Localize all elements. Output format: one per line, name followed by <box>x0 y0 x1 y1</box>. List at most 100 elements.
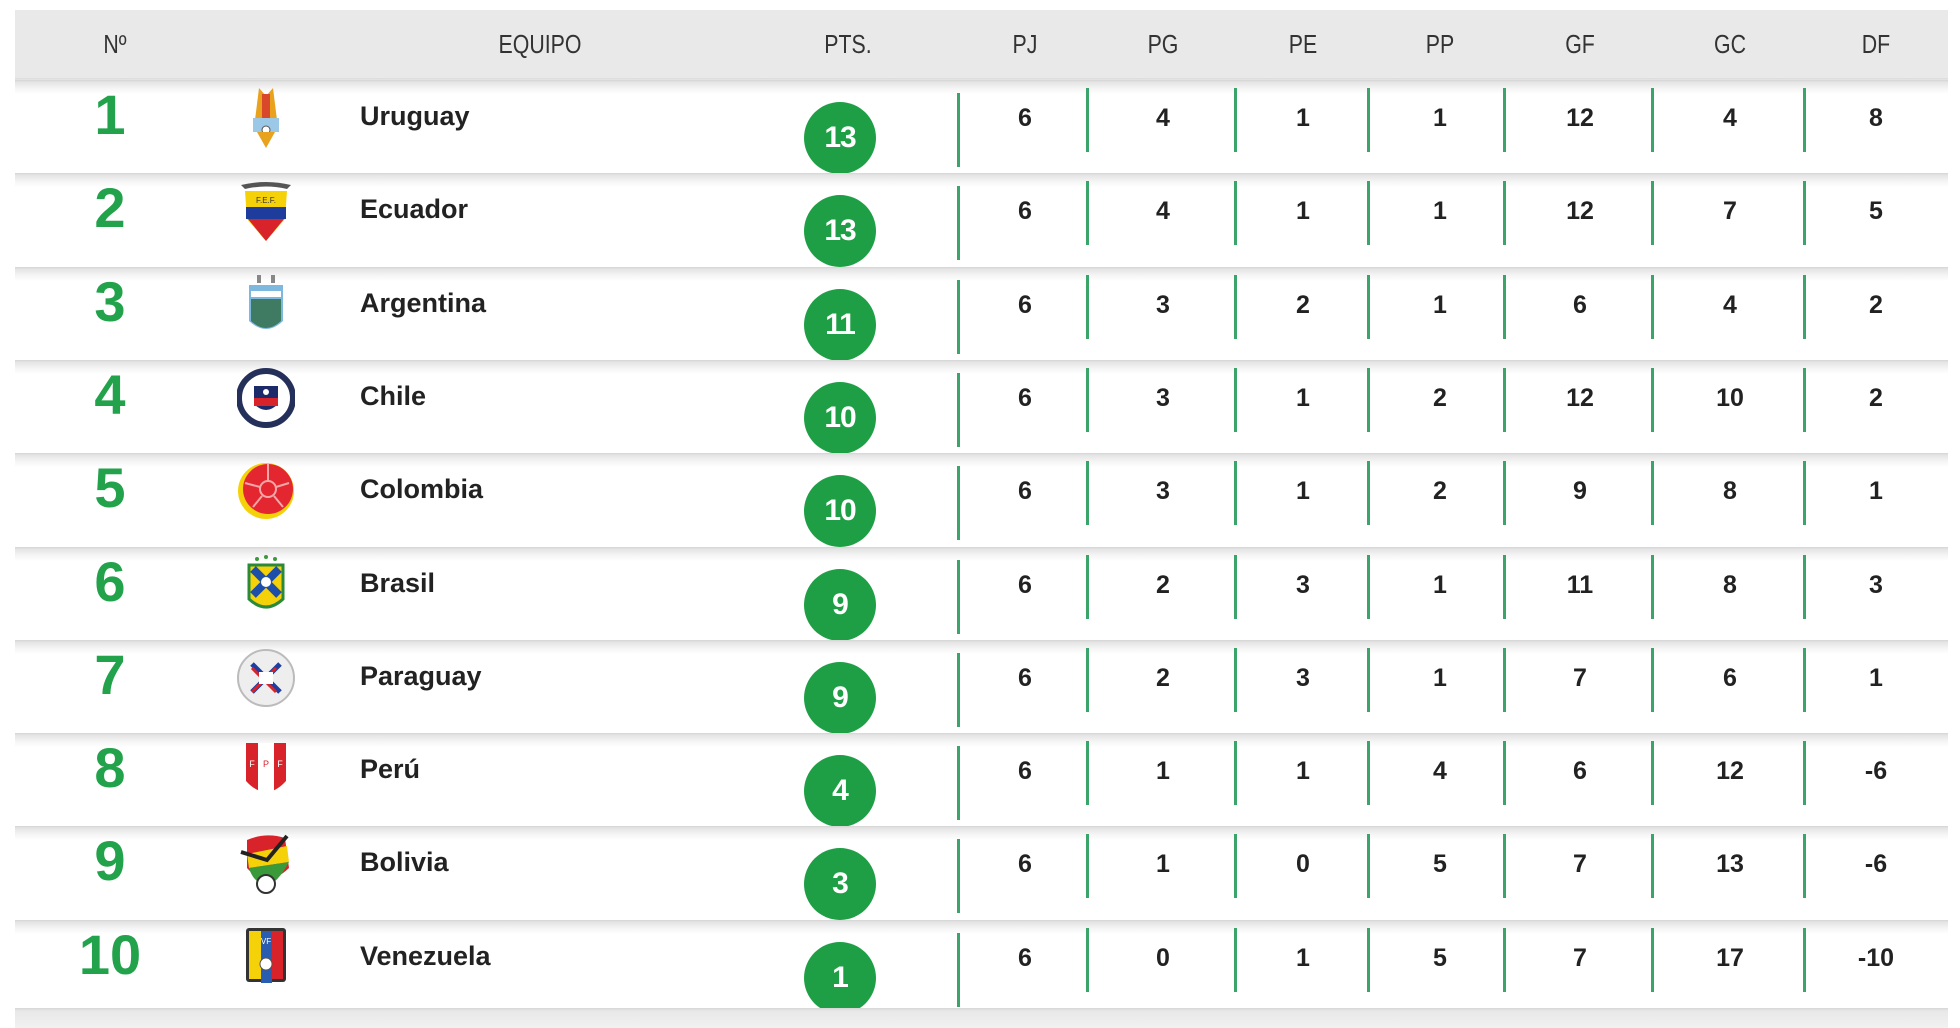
uruguay-crest-icon <box>237 86 295 150</box>
team-name[interactable]: Colombia <box>360 469 483 509</box>
header-pg[interactable]: PG <box>1114 10 1212 78</box>
goal-difference-value: 1 <box>1869 663 1883 692</box>
lost-value: 4 <box>1433 757 1447 786</box>
rank-number: 2 <box>94 176 126 240</box>
team-name[interactable]: Chile <box>360 376 426 416</box>
column-separator <box>1803 274 1806 339</box>
header-pp[interactable]: PP <box>1391 10 1489 78</box>
goal-difference-value: 1 <box>1869 477 1883 506</box>
column-separator <box>957 652 960 727</box>
team-name[interactable]: Perú <box>360 749 420 789</box>
rank-number: 10 <box>78 922 142 986</box>
rank-number: 8 <box>94 736 126 800</box>
column-separator <box>1234 834 1237 899</box>
row-divider <box>15 266 1948 281</box>
row-divider <box>15 639 1948 654</box>
column-separator <box>957 466 960 541</box>
column-separator <box>1367 367 1370 432</box>
rank-number: 4 <box>94 362 126 426</box>
drawn-value: 1 <box>1296 477 1310 506</box>
column-separator <box>1234 88 1237 152</box>
goals-against-value: 8 <box>1723 477 1737 506</box>
column-separator <box>1367 834 1370 899</box>
played-value: 6 <box>1018 663 1032 692</box>
column-separator <box>1803 181 1806 246</box>
table-row-8[interactable]: 8 FPF Perú 4 6 1 1 4 6 12 -6 <box>15 733 1948 828</box>
table-row-6[interactable]: 6 Brasil 9 6 2 3 1 11 8 3 <box>15 546 1948 641</box>
drawn-value: 2 <box>1296 290 1310 319</box>
column-separator <box>1086 461 1089 526</box>
table-row-3[interactable]: 3 Argentina 11 6 3 2 1 6 4 2 <box>15 266 1948 361</box>
won-value: 4 <box>1156 104 1170 132</box>
team-name[interactable]: Bolivia <box>360 842 449 882</box>
table-row-10[interactable]: 10 VF Venezuela 1 6 0 1 5 7 17 -10 <box>15 919 1948 1014</box>
column-separator <box>957 932 960 1007</box>
goals-against-value: 17 <box>1716 943 1744 972</box>
table-row-2[interactable]: 2 F.E.F. Ecuador 13 6 4 1 1 12 7 5 <box>15 173 1948 268</box>
column-separator <box>1651 367 1654 432</box>
row-divider <box>15 173 1948 188</box>
goal-difference-value: -10 <box>1857 943 1895 972</box>
column-separator <box>1367 927 1370 992</box>
column-separator <box>1651 647 1654 712</box>
team-name[interactable]: Paraguay <box>360 656 482 696</box>
bolivia-crest-icon <box>237 832 295 896</box>
drawn-value: 1 <box>1296 943 1310 972</box>
won-value: 1 <box>1156 757 1170 786</box>
lost-value: 2 <box>1433 383 1447 412</box>
column-separator <box>1651 927 1654 992</box>
points-badge: 9 <box>804 661 876 734</box>
table-header: Nº EQUIPO PTS. PJ PG PE PP GF GC DF <box>15 10 1948 86</box>
column-separator <box>1651 274 1654 339</box>
played-value: 6 <box>1018 850 1032 879</box>
team-name[interactable]: Argentina <box>360 283 486 323</box>
header-team[interactable]: EQUIPO <box>458 10 622 78</box>
drawn-value: 3 <box>1296 663 1310 692</box>
rank-number: 3 <box>94 269 126 333</box>
column-separator <box>1651 834 1654 899</box>
table-row-5[interactable]: 5 Colombia 10 6 3 1 2 9 8 1 <box>15 453 1948 548</box>
won-value: 3 <box>1156 383 1170 412</box>
team-name[interactable]: Ecuador <box>360 189 468 229</box>
row-divider <box>15 359 1948 374</box>
header-pe[interactable]: PE <box>1254 10 1352 78</box>
column-separator <box>1651 181 1654 246</box>
column-separator <box>1803 647 1806 712</box>
column-separator <box>957 279 960 354</box>
won-value: 2 <box>1156 570 1170 599</box>
table-row-4[interactable]: 4 Chile 10 6 3 1 2 12 10 2 <box>15 359 1948 454</box>
header-pj[interactable]: PJ <box>976 10 1074 78</box>
goals-against-value: 12 <box>1716 757 1744 786</box>
header-gf[interactable]: GF <box>1531 10 1629 78</box>
column-separator <box>1503 274 1506 339</box>
header-gc[interactable]: GC <box>1681 10 1779 78</box>
column-separator <box>1651 88 1654 152</box>
column-separator <box>1086 647 1089 712</box>
header-rank[interactable]: Nº <box>70 10 160 78</box>
points-badge: 9 <box>804 568 876 641</box>
team-name[interactable]: Brasil <box>360 563 435 603</box>
goals-against-value: 13 <box>1716 850 1744 879</box>
team-name[interactable]: Uruguay <box>360 96 470 136</box>
goals-for-value: 6 <box>1573 290 1587 319</box>
column-separator <box>1803 741 1806 806</box>
won-value: 3 <box>1156 477 1170 506</box>
table-row-1[interactable]: 1 Uruguay 13 6 4 1 1 12 4 8 <box>15 80 1948 174</box>
goal-difference-value: 8 <box>1869 104 1883 132</box>
table-row-7[interactable]: 7 Paraguay 9 6 2 3 1 7 6 1 <box>15 639 1948 734</box>
column-separator <box>1803 554 1806 619</box>
venezuela-crest-icon: VF <box>237 926 295 990</box>
goal-difference-value: 5 <box>1869 197 1883 226</box>
svg-text:VF: VF <box>261 937 271 946</box>
header-pts[interactable]: PTS. <box>799 10 897 78</box>
points-badge: 10 <box>804 475 876 548</box>
team-name[interactable]: Venezuela <box>360 936 491 976</box>
brasil-crest-icon <box>237 553 295 617</box>
header-df[interactable]: DF <box>1827 10 1925 78</box>
table-row-9[interactable]: 9 Bolivia 3 6 1 0 5 7 13 -6 <box>15 826 1948 921</box>
played-value: 6 <box>1018 197 1032 226</box>
drawn-value: 1 <box>1296 104 1310 132</box>
svg-text:P: P <box>263 759 269 769</box>
column-separator <box>1367 88 1370 152</box>
lost-value: 2 <box>1433 477 1447 506</box>
